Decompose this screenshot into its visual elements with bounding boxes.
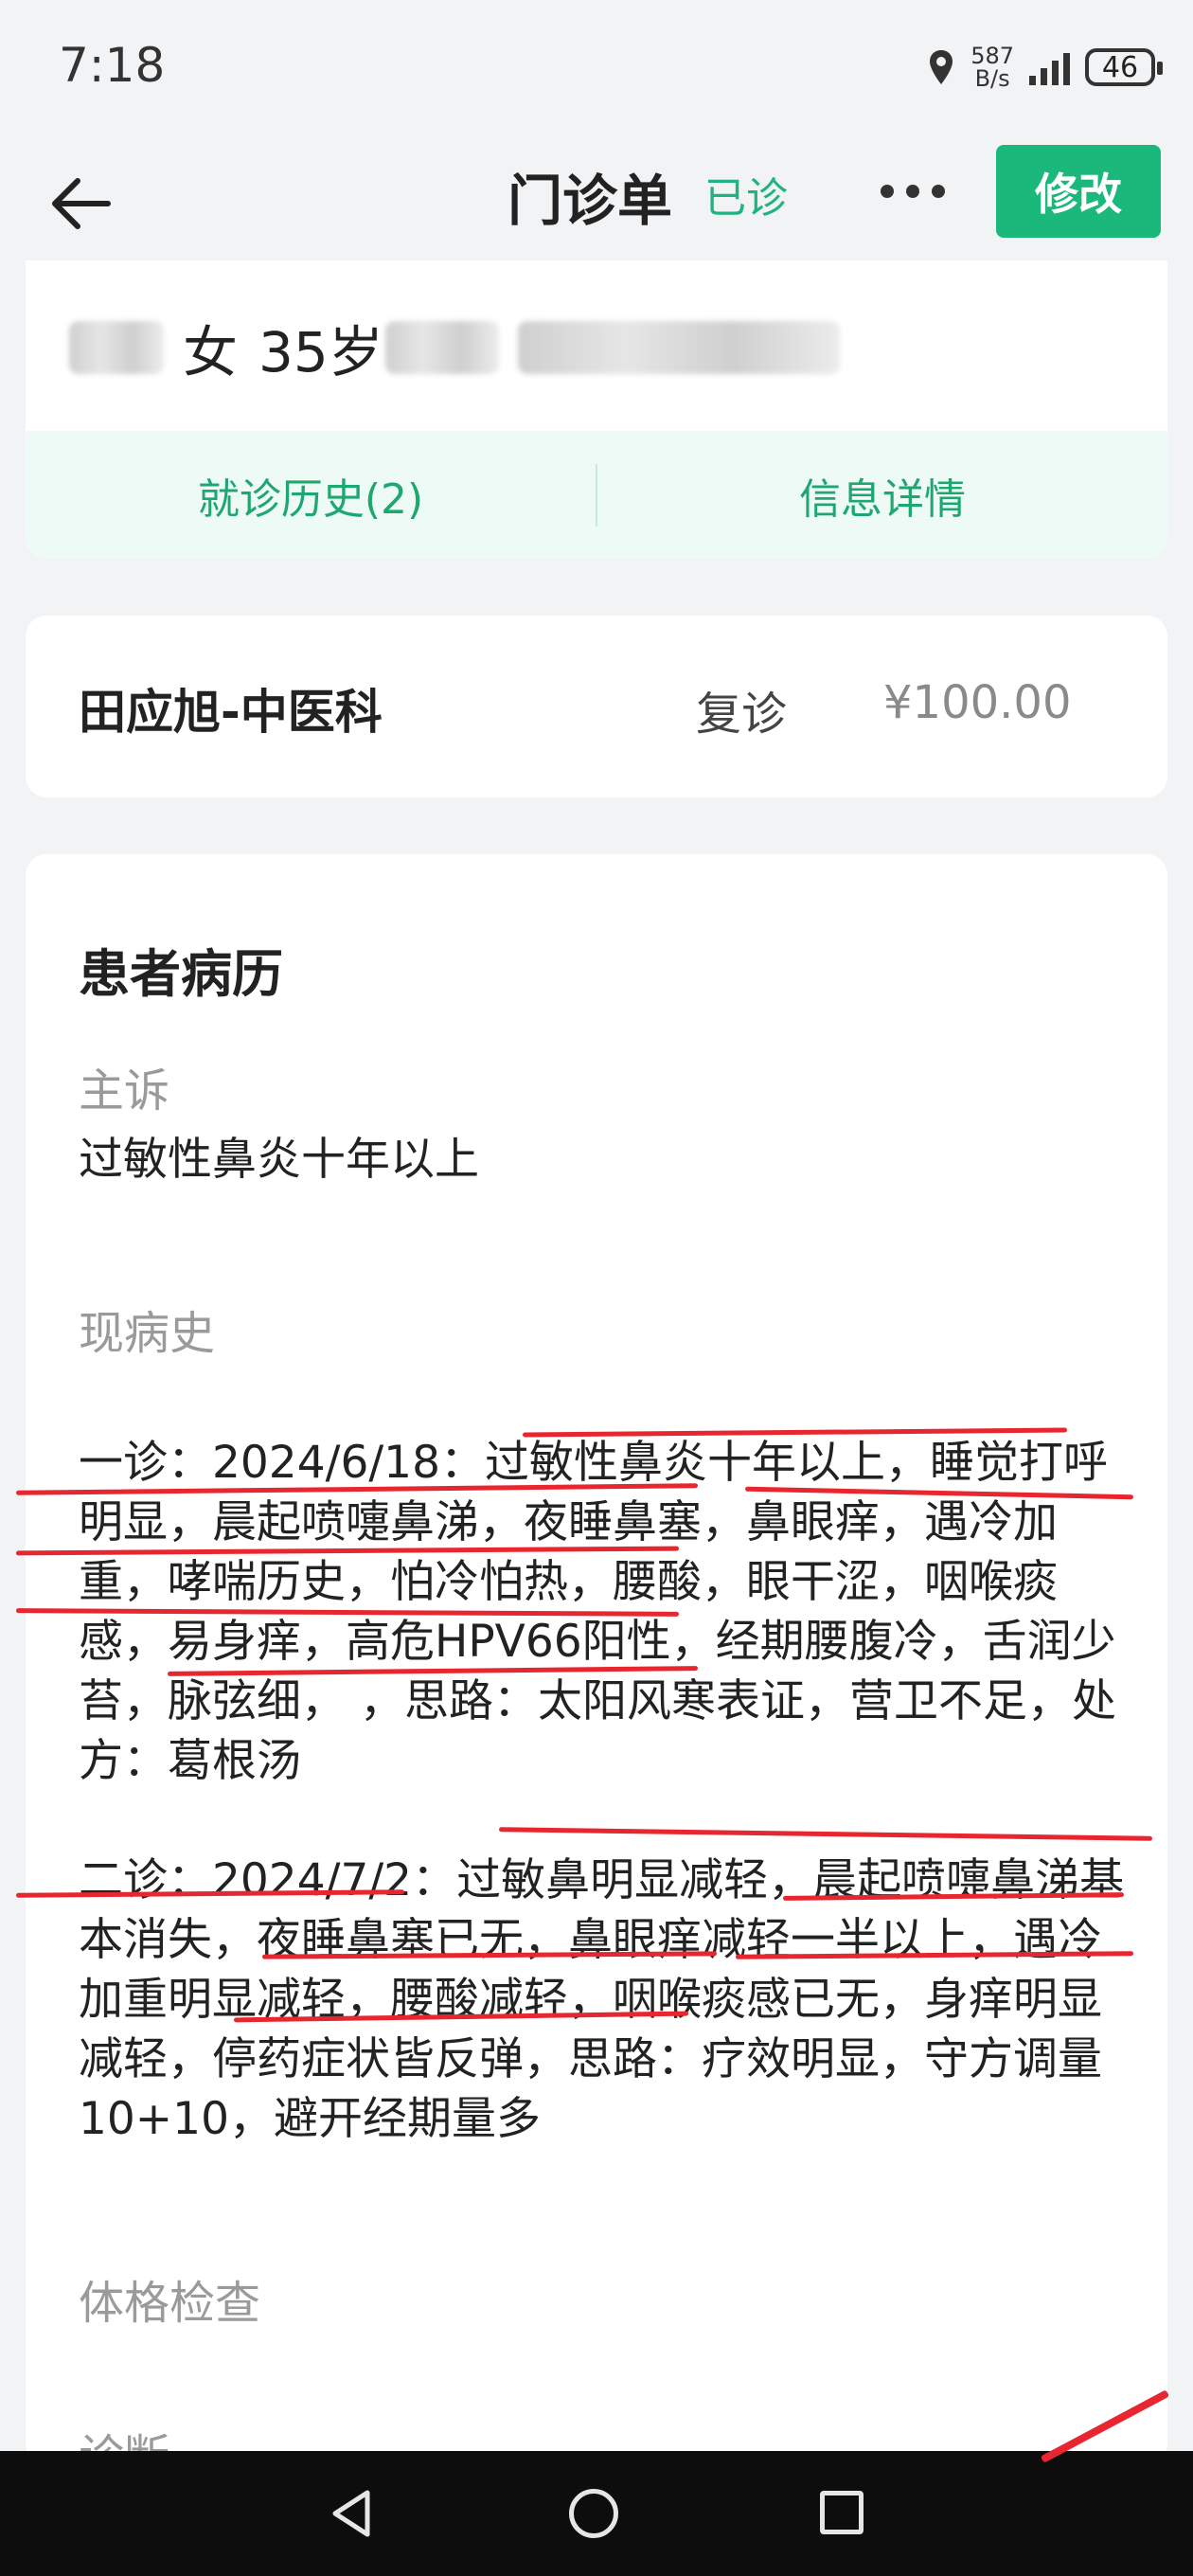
nav-recent-icon[interactable]: [820, 2491, 864, 2534]
nav-home-icon[interactable]: [569, 2489, 618, 2538]
patient-info: 女 35岁: [69, 308, 840, 387]
page-title: 门诊单: [507, 169, 673, 233]
visit-type: 复诊: [696, 688, 788, 741]
visit-fee: ¥100.00: [883, 676, 1072, 729]
status-time: 7:18: [59, 38, 166, 93]
edit-button[interactable]: 修改: [996, 145, 1161, 238]
patient-age: 35岁: [258, 320, 383, 385]
chief-complaint-text: 过敏性鼻炎十年以上: [79, 1134, 479, 1186]
chief-complaint-label: 主诉: [79, 1064, 170, 1118]
location-icon: [930, 50, 953, 84]
status-badge: 已诊: [704, 174, 788, 223]
section-title: 患者病历: [79, 944, 283, 1004]
system-nav-bar: [0, 2451, 1193, 2576]
battery-icon: 46: [1085, 48, 1163, 86]
patient-gender: 女: [183, 320, 239, 385]
visit-card[interactable]: 田应旭-中医科 复诊 ¥100.00: [26, 616, 1167, 797]
status-bar: 7:18 587 B/s 46: [0, 0, 1193, 137]
network-speed: 587 B/s: [970, 43, 1014, 92]
more-options-icon[interactable]: [881, 185, 945, 198]
patient-card: 女 35岁 就诊历史(2) 信息详情: [26, 260, 1167, 559]
redacted-name: [69, 321, 164, 374]
tab-visit-history[interactable]: 就诊历史(2): [26, 465, 596, 526]
physical-exam-label: 体格检查: [79, 2277, 261, 2330]
battery-level: 46: [1101, 50, 1139, 84]
history-text: 一诊：2024/6/18：过敏性鼻炎十年以上，睡觉打呼明显，晨起喷嚏鼻涕，夜睡鼻…: [79, 1373, 1130, 2209]
redacted-info: [384, 321, 499, 374]
medical-record-card: 患者病历 主诉 过敏性鼻炎十年以上 现病史 一诊：2024/6/18：过敏性鼻炎…: [15, 854, 1167, 2483]
patient-tabs: 就诊历史(2) 信息详情: [26, 431, 1167, 559]
tab-info-details[interactable]: 信息详情: [597, 465, 1167, 526]
nav-back-icon[interactable]: [328, 2487, 375, 2540]
history-label: 现病史: [79, 1307, 216, 1360]
status-icons: 587 B/s 46: [927, 34, 1163, 100]
app-bar: 门诊单 已诊 修改: [0, 137, 1193, 260]
back-arrow-icon[interactable]: [44, 166, 119, 242]
signal-icon: [1029, 49, 1070, 85]
redacted-phone: [517, 321, 840, 374]
doctor-department: 田应旭-中医科: [79, 685, 383, 740]
